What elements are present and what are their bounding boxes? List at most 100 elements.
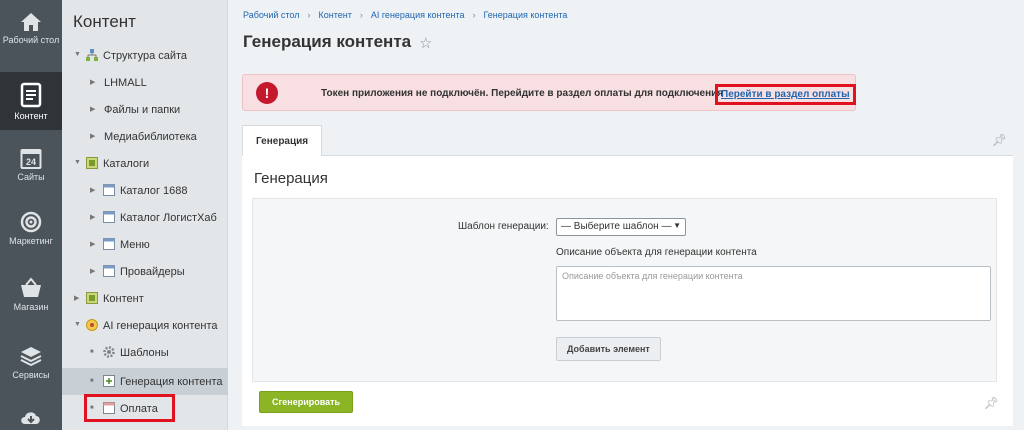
breadcrumb-item[interactable]: Рабочий стол <box>243 10 300 20</box>
tree-item-menu[interactable]: ▶ Меню <box>62 231 228 258</box>
ai-module-icon <box>86 319 98 331</box>
home-icon <box>21 13 41 31</box>
breadcrumb-separator: › <box>472 10 476 20</box>
expand-icon[interactable]: ▶ <box>90 186 95 194</box>
layers-icon <box>20 347 42 367</box>
payment-highlight-frame <box>84 394 175 422</box>
content-tree: Контент ▼ Структура сайта ▶ LHMALL ▶ Фай… <box>62 0 228 430</box>
tree-item-label: Меню <box>120 239 150 251</box>
tree-item-media[interactable]: ▶ Медиабиблиотека <box>62 123 228 150</box>
list-icon <box>103 211 115 223</box>
tree-item-content-generation[interactable]: ■ Генерация контента <box>62 368 228 395</box>
expand-icon[interactable]: ▶ <box>74 294 79 302</box>
tree-item-label: Медиабиблиотека <box>104 131 197 143</box>
expand-icon[interactable]: ▶ <box>90 78 95 86</box>
breadcrumb-item[interactable]: AI генерация контента <box>371 10 465 20</box>
rail-label-services: Сервисы <box>12 370 50 380</box>
panel-title: Генерация <box>254 170 328 187</box>
rail-item-desktop[interactable]: Рабочий стол <box>0 12 62 64</box>
sitemap-icon <box>86 49 98 61</box>
tree-item-files[interactable]: ▶ Файлы и папки <box>62 96 228 123</box>
bullet-icon: ■ <box>90 349 94 355</box>
calendar-number: 24 <box>26 157 36 167</box>
pin-icon[interactable]: 📌︎ <box>992 133 1007 147</box>
rail-item-marketing[interactable]: Маркетинг <box>0 211 62 255</box>
collapse-icon[interactable]: ▼ <box>74 159 81 166</box>
breadcrumb-item[interactable]: Генерация контента <box>484 10 568 20</box>
calendar-icon: 24 <box>20 149 42 169</box>
tree-item-label: Контент <box>103 293 144 305</box>
expand-icon[interactable]: ▶ <box>90 267 95 275</box>
tree-item-content[interactable]: ▶ Контент <box>62 285 228 312</box>
catalog-icon <box>86 157 98 169</box>
expand-icon[interactable]: ▶ <box>90 213 95 221</box>
rail-label-marketing: Маркетинг <box>9 236 53 246</box>
description-label: Описание объекта для генерации контента <box>556 247 757 258</box>
breadcrumb: Рабочий стол › Контент › AI генерация контен… <box>243 10 567 20</box>
chevron-down-icon: ▼ <box>673 221 681 230</box>
description-placeholder: Описание объекта для генерации контента <box>562 271 743 281</box>
rail-item-services[interactable]: Сервисы <box>0 345 62 389</box>
tree-title: Контент <box>73 12 136 31</box>
rail-label-shop: Магазин <box>13 302 49 312</box>
description-textarea[interactable]: Описание объекта для генерации контента <box>556 266 991 321</box>
list-icon <box>103 265 115 277</box>
left-rail: Рабочий стол Контент 24 Сайты Маркетинг <box>0 0 62 430</box>
tree-item-lhmall[interactable]: ▶ LHMALL <box>62 69 228 96</box>
tree-item-label: Файлы и папки <box>104 104 181 116</box>
tab-generation[interactable]: Генерация <box>242 125 323 156</box>
rail-label-sites: Сайты <box>17 172 45 182</box>
tree-item-label: Провайдеры <box>120 266 185 278</box>
breadcrumb-separator: › <box>307 10 311 20</box>
template-select-value: — Выберите шаблон — <box>561 221 672 232</box>
add-element-button[interactable]: Добавить элемент <box>556 337 661 361</box>
tree-item-catalogs[interactable]: ▼ Каталоги <box>62 150 228 177</box>
list-icon <box>103 184 115 196</box>
collapse-icon[interactable]: ▼ <box>74 51 81 58</box>
target-icon <box>20 211 42 233</box>
tree-item-label: Шаблоны <box>120 347 169 359</box>
rail-item-content[interactable]: Контент <box>0 72 62 130</box>
rail-item-sites[interactable]: 24 Сайты <box>0 147 62 191</box>
favorite-star-icon[interactable]: ☆ <box>419 34 432 52</box>
tree-item-catalog-1688[interactable]: ▶ Каталог 1688 <box>62 177 228 204</box>
tree-item-ai-generation[interactable]: ▼ AI генерация контента <box>62 312 228 339</box>
alert-banner: ! Токен приложения не подключён. Перейди… <box>242 74 856 111</box>
rail-label-desktop: Рабочий стол <box>2 35 60 45</box>
tree-item-label: Каталоги <box>103 158 150 170</box>
template-select[interactable]: — Выберите шаблон — ▼ <box>556 218 686 236</box>
rail-label-content: Контент <box>14 111 48 121</box>
tree-item-label: AI генерация контента <box>103 320 218 332</box>
tree-item-site-structure[interactable]: ▼ Структура сайта <box>62 42 228 69</box>
generate-button[interactable]: Сгенерировать <box>259 391 354 413</box>
alert-text: Токен приложения не подключён. Перейдите… <box>321 88 724 99</box>
generation-panel: Генерация Шаблон генерации: — Выберите ш… <box>242 156 1013 426</box>
document-icon <box>20 82 42 108</box>
error-icon: ! <box>256 82 278 104</box>
bullet-icon: ■ <box>90 378 94 384</box>
rail-item-shop[interactable]: Магазин <box>0 277 62 321</box>
breadcrumb-separator: › <box>359 10 363 20</box>
page-title: Генерация контента <box>243 32 412 51</box>
tree-item-providers[interactable]: ▶ Провайдеры <box>62 258 228 285</box>
expand-icon[interactable]: ▶ <box>90 240 95 248</box>
add-page-icon <box>103 375 115 387</box>
tree-item-label: LHMALL <box>104 77 147 89</box>
tree-item-label: Каталог ЛогистХаб <box>120 212 217 224</box>
tree-item-label: Генерация контента <box>120 376 223 388</box>
template-label: Шаблон генерации: <box>458 221 549 232</box>
breadcrumb-item[interactable]: Контент <box>319 10 352 20</box>
gear-icon <box>103 346 115 358</box>
tree-item-templates[interactable]: ■ Шаблоны <box>62 339 228 366</box>
expand-icon[interactable]: ▶ <box>90 105 95 113</box>
pin-icon[interactable]: 📌︎ <box>984 396 999 410</box>
collapse-icon[interactable]: ▼ <box>74 321 81 328</box>
expand-icon[interactable]: ▶ <box>90 132 95 140</box>
list-icon <box>103 238 115 250</box>
tree-item-catalog-logisthub[interactable]: ▶ Каталог ЛогистХаб <box>62 204 228 231</box>
tree-item-label: Каталог 1688 <box>120 185 188 197</box>
payment-link[interactable]: Перейти в раздел оплаты <box>715 84 856 105</box>
rail-item-cloud[interactable] <box>0 408 62 430</box>
tab-bar: Генерация 📌︎ <box>242 125 1013 156</box>
generation-form: Шаблон генерации: — Выберите шаблон — ▼ … <box>252 198 997 382</box>
